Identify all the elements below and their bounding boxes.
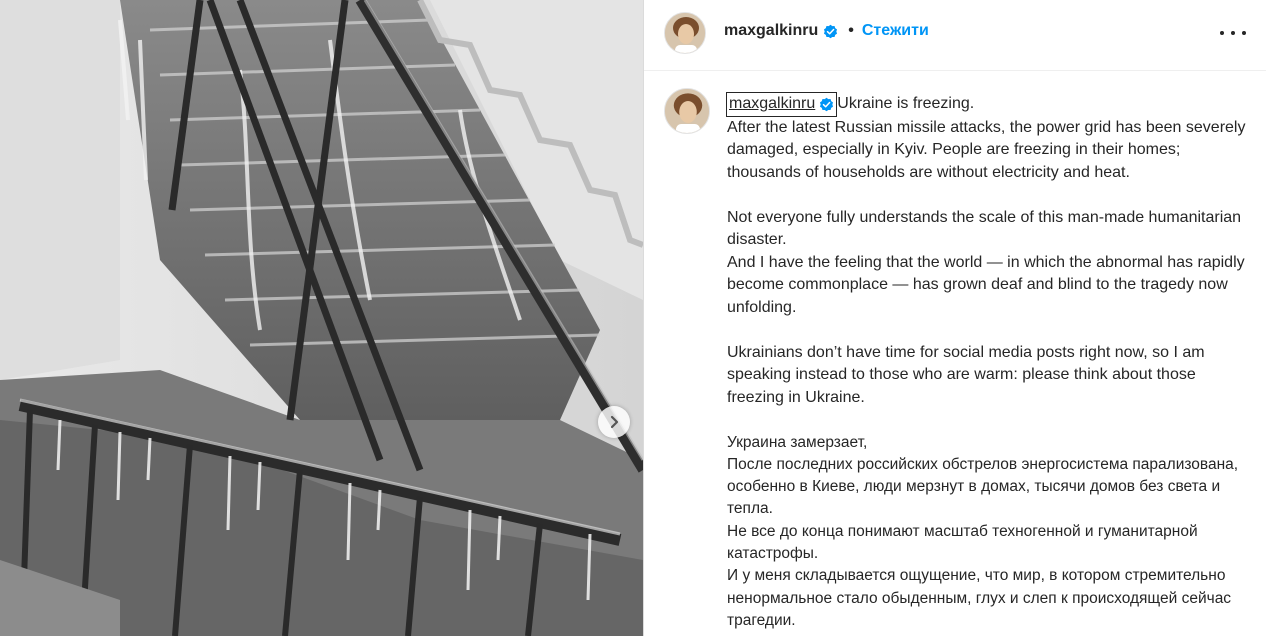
caption-username: maxgalkinru xyxy=(729,95,816,112)
caption-paragraph: Ukrainians don’t have time for social me… xyxy=(727,343,1210,406)
post-header: maxgalkinru • Стежити xyxy=(644,0,1266,71)
caption-paragraph: Не все до конца понимают масштаб техноге… xyxy=(727,522,1202,562)
header-username[interactable]: maxgalkinru xyxy=(724,22,818,40)
post-side-panel: maxgalkinru • Стежити maxgalkinru Ukrain… xyxy=(643,0,1266,636)
caption-paragraph-gap xyxy=(727,319,1247,342)
chevron-right-icon xyxy=(610,415,619,429)
caption-avatar[interactable] xyxy=(664,88,710,134)
post-caption: maxgalkinru Ukraine is freezing. After th… xyxy=(726,92,1250,636)
more-horizontal-icon[interactable] xyxy=(1220,22,1246,44)
caption-paragraph-gap xyxy=(727,184,1247,207)
header-username-row: maxgalkinru • Стежити xyxy=(724,22,929,40)
caption-paragraph: На xyxy=(727,632,1247,636)
caption-paragraph: And I have the feeling that the world — … xyxy=(727,253,1250,316)
caption-paragraph-gap xyxy=(727,409,1247,432)
post-media[interactable] xyxy=(0,0,643,636)
caption-username-link[interactable]: maxgalkinru xyxy=(726,92,838,117)
caption-paragraph: Not everyone fully understands the scale… xyxy=(727,208,1246,249)
caption-paragraph: Украина замерзает, xyxy=(727,433,868,451)
verified-badge-icon xyxy=(820,97,834,111)
caption-paragraph: After the latest Russian missile attacks… xyxy=(727,118,1250,181)
caption-paragraph: И у меня складывается ощущение, что мир,… xyxy=(727,567,1236,629)
caption-paragraph: После последних российских обстрелов эне… xyxy=(727,455,1243,518)
caption-area: maxgalkinru Ukraine is freezing. After th… xyxy=(644,72,1266,636)
profile-avatar-image xyxy=(665,13,705,53)
header-separator: • xyxy=(848,22,854,39)
caption-first-line: maxgalkinru Ukraine is freezing. xyxy=(726,92,1247,117)
instagram-post: maxgalkinru • Стежити maxgalkinru Ukrain… xyxy=(0,0,1266,636)
post-photo xyxy=(0,0,643,636)
avatar[interactable] xyxy=(664,12,706,54)
next-media-button[interactable] xyxy=(598,406,630,438)
caption-first-text: Ukraine is freezing. xyxy=(837,95,975,112)
follow-button[interactable]: Стежити xyxy=(862,22,929,40)
profile-avatar-image xyxy=(665,89,709,133)
verified-badge-icon xyxy=(824,24,838,38)
